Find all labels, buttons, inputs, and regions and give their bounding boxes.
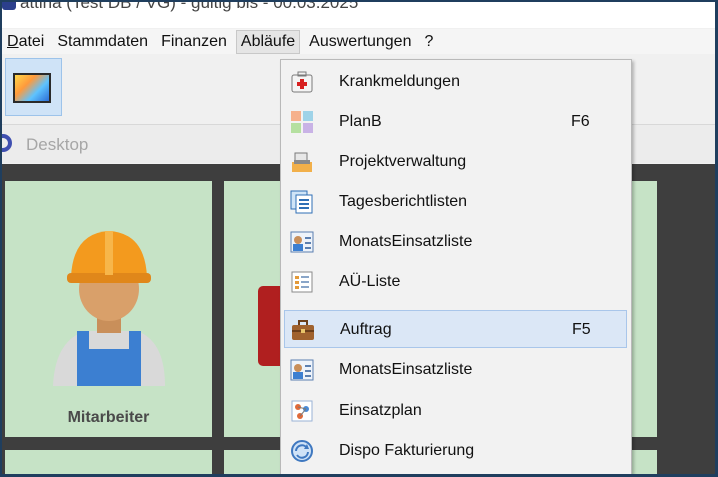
refresh-globe-icon [291, 440, 313, 462]
desktop-tab-icon [2, 134, 12, 152]
menuitem-aue-liste[interactable]: AÜ-Liste [284, 263, 627, 301]
menuitem-dispo-fakturierung[interactable]: Dispo Fakturierung [284, 432, 627, 470]
briefcase-icon [292, 320, 314, 340]
plan-nodes-icon [291, 400, 313, 422]
title-bar: attina (Test DB / VG) - gültig bis - 00.… [2, 2, 715, 28]
window-title: attina (Test DB / VG) - gültig bis - 00.… [20, 2, 359, 12]
report-list-icon [290, 190, 313, 214]
first-aid-kit-icon [291, 71, 313, 93]
menu-help[interactable]: ? [420, 30, 437, 54]
tile-row2-first[interactable] [5, 450, 212, 474]
app-logo-icon [2, 2, 16, 10]
menuitem-tagesberichtlisten[interactable]: Tagesberichtlisten [284, 183, 627, 221]
menuitem-planb[interactable]: PlanB F6 [284, 103, 627, 141]
person-card-icon [290, 231, 314, 253]
menuitem-label: Tagesberichtlisten [339, 193, 468, 210]
menu-finanzen[interactable]: Finanzen [157, 30, 231, 54]
color-grid-icon [291, 111, 313, 133]
menuitem-auftrag[interactable]: Auftrag F5 [284, 310, 627, 348]
ablaeufe-dropdown-menu: Krankmeldungen PlanB F6 Projektverwaltun… [280, 59, 632, 474]
menuitem-monatseinsatzliste-2[interactable]: MonatsEinsatzliste [284, 351, 627, 389]
menuitem-label: Auftrag [340, 321, 392, 338]
menuitem-label: Projektverwaltung [339, 153, 467, 170]
toolbar-map-button[interactable] [5, 58, 62, 116]
menuitem-label: MonatsEinsatzliste [339, 233, 473, 250]
worker-icon [53, 231, 165, 386]
app-window: attina (Test DB / VG) - gültig bis - 00.… [2, 2, 715, 474]
menuitem-shortcut: F6 [571, 113, 590, 130]
menuitem-label: AÜ-Liste [339, 273, 401, 290]
menuitem-monatseinsatzliste-1[interactable]: MonatsEinsatzliste [284, 223, 627, 261]
menu-datei[interactable]: Datei [2, 30, 48, 54]
menu-bar: Datei Stammdaten Finanzen Abläufe Auswer… [2, 29, 715, 54]
menu-auswertungen[interactable]: Auswertungen [305, 30, 415, 54]
menuitem-label: Krankmeldungen [339, 73, 460, 90]
tile-mitarbeiter[interactable]: Mitarbeiter [5, 181, 212, 437]
menu-stammdaten[interactable]: Stammdaten [53, 30, 152, 54]
tile-mitarbeiter-label: Mitarbeiter [67, 409, 150, 426]
menuitem-label: PlanB [339, 113, 382, 130]
printer-folder-icon [292, 152, 312, 172]
menuitem-projektverwaltung[interactable]: Projektverwaltung [284, 143, 627, 181]
menuitem-label: MonatsEinsatzliste [339, 361, 473, 378]
menuitem-label: Einsatzplan [339, 402, 422, 419]
menu-datei-accel: D [7, 32, 19, 50]
menuitem-einsatzplan[interactable]: Einsatzplan [284, 392, 627, 430]
menu-ablaeufe[interactable]: Abläufe [235, 29, 301, 54]
menuitem-shortcut: F5 [572, 321, 591, 338]
menu-datei-rest: atei [18, 32, 45, 50]
document-list-icon [291, 271, 313, 293]
menuitem-krankmeldungen[interactable]: Krankmeldungen [284, 63, 627, 101]
person-card-icon [290, 359, 314, 381]
map-icon [13, 73, 51, 103]
tab-desktop[interactable]: Desktop [26, 135, 88, 155]
menuitem-label: Dispo Fakturierung [339, 442, 475, 459]
